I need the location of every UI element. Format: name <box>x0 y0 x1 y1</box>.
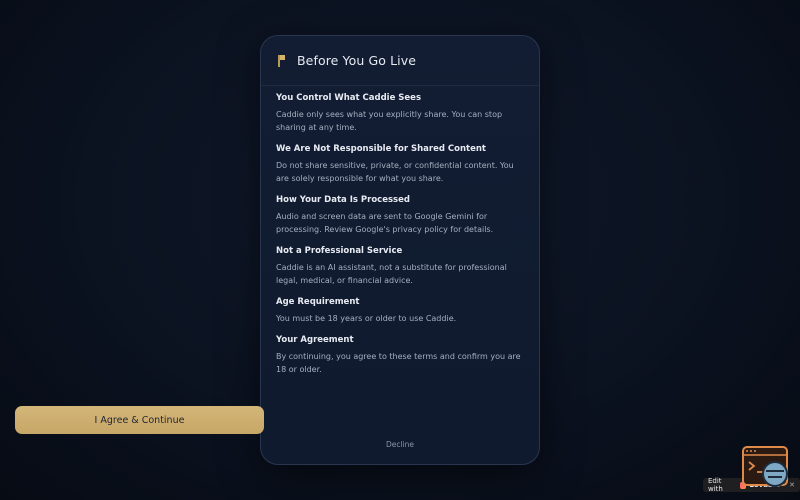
section-heading: How Your Data Is Processed <box>276 195 410 205</box>
terms-section: Age Requirement You must be 18 years or … <box>276 296 528 325</box>
badge-label: Edit with <box>708 477 723 493</box>
modal-title: Before You Go Live <box>297 53 416 68</box>
section-body: Do not share sensitive, private, or conf… <box>276 161 514 183</box>
terms-section: How Your Data Is Processed Audio and scr… <box>276 194 528 236</box>
flag-icon <box>277 54 289 68</box>
section-body: Caddie is an AI assistant, not a substit… <box>276 263 507 285</box>
section-heading: Age Requirement <box>276 297 360 307</box>
terms-section: Not a Professional Service Caddie is an … <box>276 245 528 287</box>
decline-link[interactable]: Decline <box>260 440 540 449</box>
section-body: By continuing, you agree to these terms … <box>276 352 521 374</box>
modal-header: Before You Go Live <box>261 36 539 86</box>
terms-section: Your Agreement By continuing, you agree … <box>276 334 528 376</box>
terms-content: You Control What Caddie Sees Caddie only… <box>276 92 528 385</box>
section-heading: We Are Not Responsible for Shared Conten… <box>276 144 486 154</box>
section-body: You must be 18 years or older to use Cad… <box>276 314 457 323</box>
terms-section: We Are Not Responsible for Shared Conten… <box>276 143 528 185</box>
assistant-widget-icon[interactable] <box>742 446 790 490</box>
section-heading: You Control What Caddie Sees <box>276 93 421 103</box>
section-heading: Your Agreement <box>276 335 354 345</box>
section-body: Caddie only sees what you explicitly sha… <box>276 110 503 132</box>
section-heading: Not a Professional Service <box>276 246 403 256</box>
section-body: Audio and screen data are sent to Google… <box>276 212 494 234</box>
terms-modal: Before You Go Live You Control What Cadd… <box>260 35 540 465</box>
agree-continue-button[interactable]: I Agree & Continue <box>15 406 264 434</box>
close-icon[interactable]: ✕ <box>789 481 795 489</box>
terms-section: You Control What Caddie Sees Caddie only… <box>276 92 528 134</box>
